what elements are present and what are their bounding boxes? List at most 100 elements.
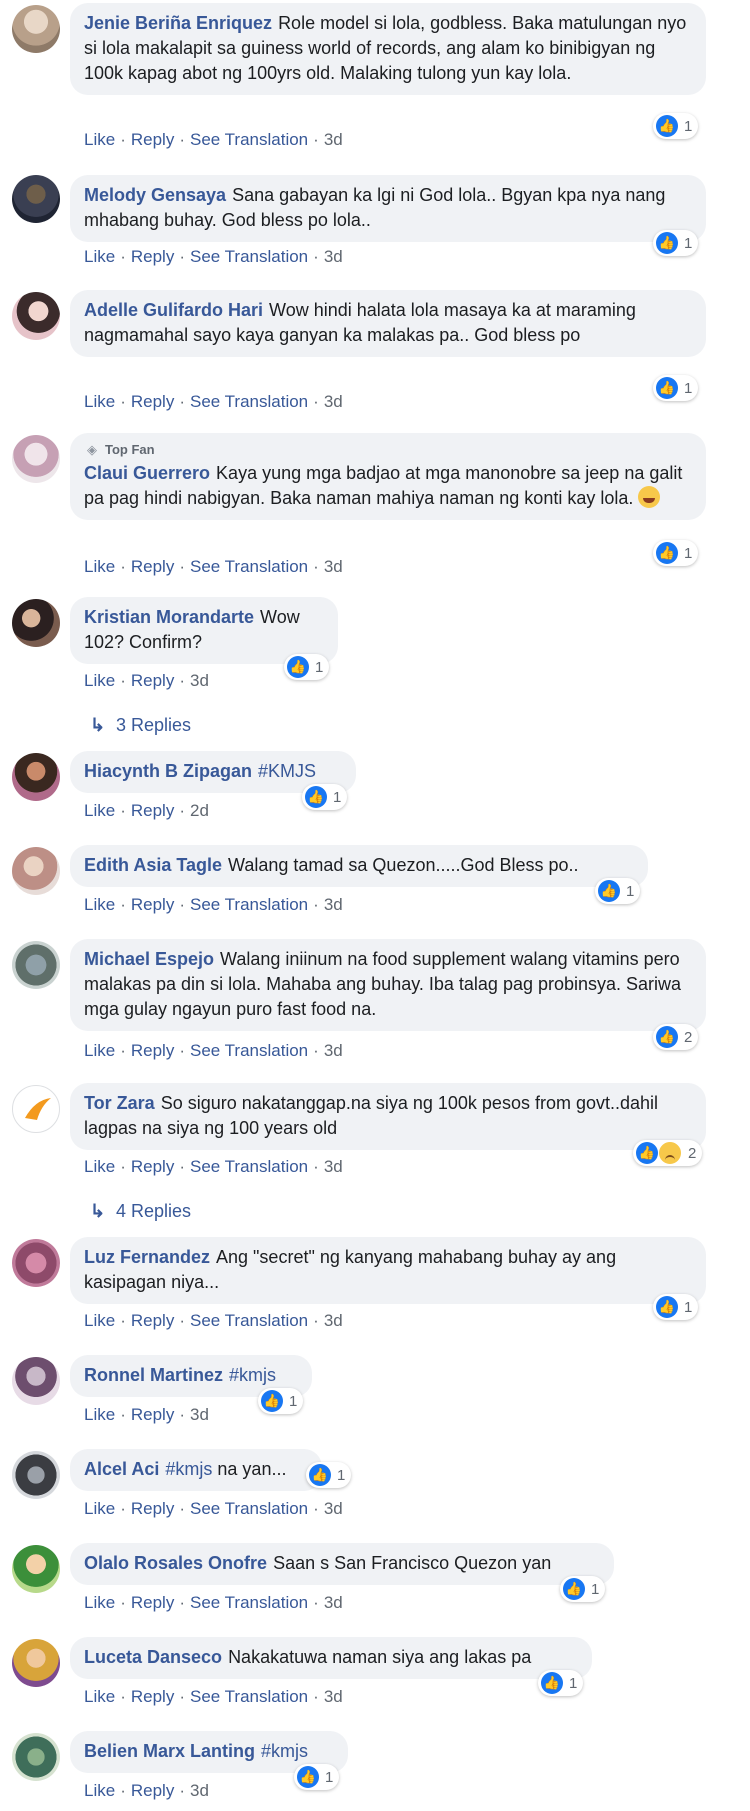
avatar[interactable] [12, 1639, 60, 1687]
timestamp[interactable]: 3d [324, 1687, 343, 1706]
hashtag-link[interactable]: #kmjs [165, 1459, 212, 1479]
reaction-count[interactable]: 👍 1 [258, 1388, 304, 1414]
like-link[interactable]: Like [84, 1687, 115, 1706]
like-link[interactable]: Like [84, 1311, 115, 1330]
like-link[interactable]: Like [84, 801, 115, 820]
like-link[interactable]: Like [84, 130, 115, 149]
hashtag-link[interactable]: #kmjs [229, 1365, 276, 1385]
like-link[interactable]: Like [84, 1781, 115, 1800]
like-link[interactable]: Like [84, 1041, 115, 1060]
reaction-count[interactable]: 👍 1 [653, 375, 699, 401]
reaction-count[interactable]: 👍 1 [302, 784, 348, 810]
commenter-name[interactable]: Jenie Beriña Enriquez [84, 13, 272, 33]
see-translation-link[interactable]: See Translation [190, 1499, 308, 1518]
timestamp[interactable]: 3d [324, 1499, 343, 1518]
timestamp[interactable]: 3d [324, 895, 343, 914]
avatar[interactable] [12, 1239, 60, 1287]
commenter-name[interactable]: Kristian Morandarte [84, 607, 254, 627]
like-link[interactable]: Like [84, 1499, 115, 1518]
timestamp[interactable]: 3d [324, 130, 343, 149]
commenter-name[interactable]: Michael Espejo [84, 949, 214, 969]
reaction-count[interactable]: 👍 1 [653, 540, 699, 566]
hashtag-link[interactable]: #kmjs [261, 1741, 308, 1761]
see-translation-link[interactable]: See Translation [190, 130, 308, 149]
reply-link[interactable]: Reply [131, 895, 174, 914]
view-replies-link[interactable]: ↳ 3 Replies [90, 713, 191, 737]
reaction-count[interactable]: 👍 2 [633, 1140, 703, 1166]
commenter-name[interactable]: Tor Zara [84, 1093, 155, 1113]
like-link[interactable]: Like [84, 247, 115, 266]
reaction-count[interactable]: 👍 1 [538, 1670, 584, 1696]
timestamp[interactable]: 3d [324, 1593, 343, 1612]
commenter-name[interactable]: Melody Gensaya [84, 185, 226, 205]
timestamp[interactable]: 3d [324, 392, 343, 411]
like-link[interactable]: Like [84, 671, 115, 690]
avatar[interactable] [12, 175, 60, 223]
reply-link[interactable]: Reply [131, 557, 174, 576]
view-replies-link[interactable]: ↳ 4 Replies [90, 1199, 191, 1223]
like-link[interactable]: Like [84, 1157, 115, 1176]
commenter-name[interactable]: Ronnel Martinez [84, 1365, 223, 1385]
reply-link[interactable]: Reply [131, 247, 174, 266]
reply-link[interactable]: Reply [131, 1593, 174, 1612]
reply-link[interactable]: Reply [131, 1311, 174, 1330]
avatar[interactable] [12, 1545, 60, 1593]
reaction-count[interactable]: 👍 1 [560, 1576, 606, 1602]
see-translation-link[interactable]: See Translation [190, 557, 308, 576]
see-translation-link[interactable]: See Translation [190, 895, 308, 914]
commenter-name[interactable]: Edith Asia Tagle [84, 855, 222, 875]
like-link[interactable]: Like [84, 392, 115, 411]
commenter-name[interactable]: Olalo Rosales Onofre [84, 1553, 267, 1573]
avatar[interactable] [12, 5, 60, 53]
commenter-name[interactable]: Claui Guerrero [84, 463, 210, 483]
reaction-count[interactable]: 👍 1 [294, 1764, 340, 1790]
reply-link[interactable]: Reply [131, 801, 174, 820]
reply-link[interactable]: Reply [131, 671, 174, 690]
like-link[interactable]: Like [84, 895, 115, 914]
avatar[interactable] [12, 599, 60, 647]
see-translation-link[interactable]: See Translation [190, 1311, 308, 1330]
like-link[interactable]: Like [84, 1593, 115, 1612]
reaction-count[interactable]: 👍 1 [306, 1462, 352, 1488]
timestamp[interactable]: 3d [190, 1781, 209, 1800]
commenter-name[interactable]: Alcel Aci [84, 1459, 159, 1479]
reaction-count[interactable]: 👍 1 [595, 878, 641, 904]
avatar[interactable] [12, 292, 60, 340]
timestamp[interactable]: 3d [324, 1041, 343, 1060]
like-link[interactable]: Like [84, 1405, 115, 1424]
reply-link[interactable]: Reply [131, 1041, 174, 1060]
reply-link[interactable]: Reply [131, 1781, 174, 1800]
commenter-name[interactable]: Belien Marx Lanting [84, 1741, 255, 1761]
avatar[interactable] [12, 435, 60, 483]
reaction-count[interactable]: 👍 1 [653, 230, 699, 256]
see-translation-link[interactable]: See Translation [190, 247, 308, 266]
timestamp[interactable]: 3d [324, 557, 343, 576]
timestamp[interactable]: 3d [190, 671, 209, 690]
see-translation-link[interactable]: See Translation [190, 1687, 308, 1706]
avatar[interactable] [12, 1733, 60, 1781]
reply-link[interactable]: Reply [131, 392, 174, 411]
timestamp[interactable]: 3d [324, 1157, 343, 1176]
avatar[interactable] [12, 1357, 60, 1405]
timestamp[interactable]: 3d [324, 247, 343, 266]
reply-link[interactable]: Reply [131, 1157, 174, 1176]
like-link[interactable]: Like [84, 557, 115, 576]
avatar[interactable] [12, 1085, 60, 1133]
see-translation-link[interactable]: See Translation [190, 1593, 308, 1612]
commenter-name[interactable]: Luceta Danseco [84, 1647, 222, 1667]
commenter-name[interactable]: Hiacynth B Zipagan [84, 761, 252, 781]
see-translation-link[interactable]: See Translation [190, 392, 308, 411]
reply-link[interactable]: Reply [131, 1687, 174, 1706]
reply-link[interactable]: Reply [131, 1499, 174, 1518]
commenter-name[interactable]: Adelle Gulifardo Hari [84, 300, 263, 320]
hashtag-link[interactable]: #KMJS [258, 761, 316, 781]
timestamp[interactable]: 3d [190, 1405, 209, 1424]
reply-link[interactable]: Reply [131, 130, 174, 149]
commenter-name[interactable]: Luz Fernandez [84, 1247, 210, 1267]
reaction-count[interactable]: 👍 2 [653, 1024, 699, 1050]
avatar[interactable] [12, 847, 60, 895]
timestamp[interactable]: 3d [324, 1311, 343, 1330]
reaction-count[interactable]: 👍 1 [653, 113, 699, 139]
see-translation-link[interactable]: See Translation [190, 1157, 308, 1176]
reaction-count[interactable]: 👍 1 [284, 654, 330, 680]
